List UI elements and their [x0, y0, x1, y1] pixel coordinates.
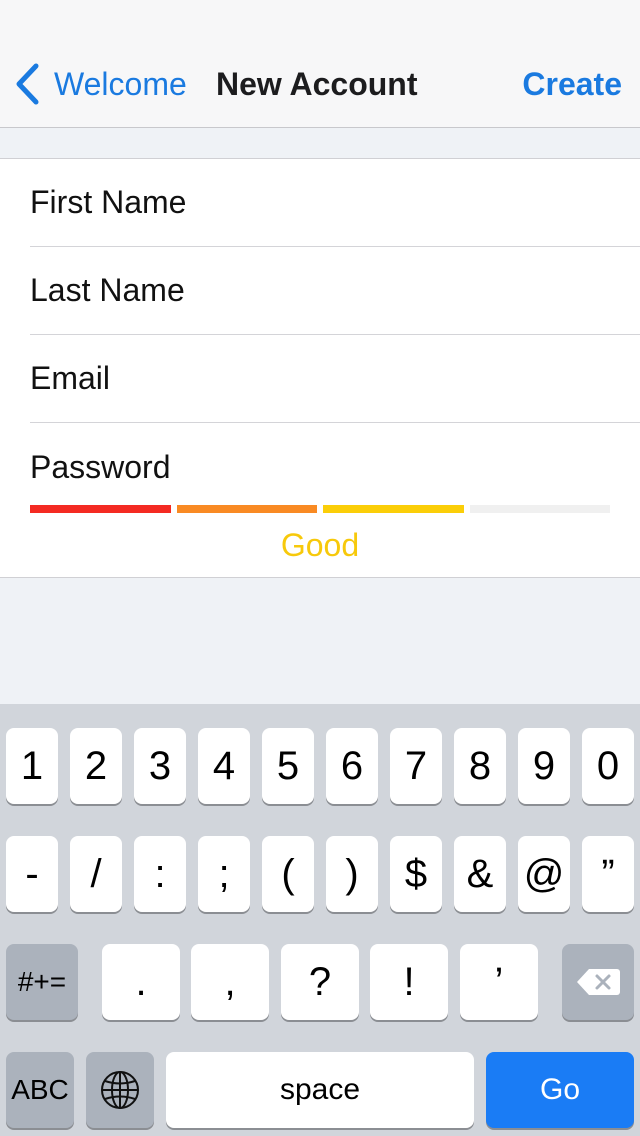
key-4[interactable]: 4 — [198, 728, 250, 804]
last-name-row — [30, 247, 640, 335]
key-ampersand[interactable]: & — [454, 836, 506, 912]
key-question[interactable]: ? — [281, 944, 359, 1020]
key-5[interactable]: 5 — [262, 728, 314, 804]
key-8[interactable]: 8 — [454, 728, 506, 804]
password-field[interactable] — [30, 423, 640, 511]
key-1[interactable]: 1 — [6, 728, 58, 804]
key-at[interactable]: @ — [518, 836, 570, 912]
key-open-paren[interactable]: ( — [262, 836, 314, 912]
last-name-field[interactable] — [30, 247, 640, 334]
key-7[interactable]: 7 — [390, 728, 442, 804]
password-strength-meter — [30, 505, 610, 513]
backspace-icon — [577, 969, 620, 995]
back-button[interactable]: Welcome — [14, 62, 187, 106]
key-close-paren[interactable]: ) — [326, 836, 378, 912]
chevron-left-icon — [16, 63, 39, 105]
page-title: New Account — [216, 66, 418, 102]
space-key[interactable]: space — [166, 1052, 474, 1128]
key-letters-toggle[interactable]: ABC — [6, 1052, 74, 1128]
key-3[interactable]: 3 — [134, 728, 186, 804]
numeric-keyboard: 1 2 3 4 5 6 7 8 9 0 - / : ; ( ) $ & @ ” … — [0, 704, 640, 1136]
key-period[interactable]: . — [102, 944, 180, 1020]
email-row — [30, 335, 640, 423]
key-2[interactable]: 2 — [70, 728, 122, 804]
first-name-field[interactable] — [30, 159, 640, 246]
key-symbols-toggle[interactable]: #+= — [6, 944, 78, 1020]
key-semicolon[interactable]: ; — [198, 836, 250, 912]
account-form: Good — [0, 158, 640, 578]
delete-key[interactable] — [562, 944, 634, 1020]
key-hyphen[interactable]: - — [6, 836, 58, 912]
create-button[interactable]: Create — [522, 62, 622, 106]
strength-segment-2 — [176, 505, 317, 513]
key-0[interactable]: 0 — [582, 728, 634, 804]
key-colon[interactable]: : — [134, 836, 186, 912]
back-button-label: Welcome — [54, 65, 187, 102]
password-row — [30, 423, 640, 511]
globe-key[interactable] — [86, 1052, 154, 1128]
go-button[interactable]: Go — [486, 1052, 634, 1128]
globe-icon — [101, 1071, 139, 1109]
key-exclamation[interactable]: ! — [370, 944, 448, 1020]
strength-segment-1 — [30, 505, 171, 513]
key-quote[interactable]: ” — [582, 836, 634, 912]
email-field[interactable] — [30, 335, 640, 422]
strength-segment-4 — [469, 505, 610, 513]
first-name-row — [30, 159, 640, 247]
navigation-bar: Welcome New Account Create — [0, 0, 640, 128]
key-9[interactable]: 9 — [518, 728, 570, 804]
key-apostrophe[interactable]: ’ — [460, 944, 538, 1020]
strength-segment-3 — [323, 505, 464, 513]
key-dollar[interactable]: $ — [390, 836, 442, 912]
key-slash[interactable]: / — [70, 836, 122, 912]
key-6[interactable]: 6 — [326, 728, 378, 804]
password-strength-label: Good — [280, 527, 360, 563]
key-comma[interactable]: , — [191, 944, 269, 1020]
